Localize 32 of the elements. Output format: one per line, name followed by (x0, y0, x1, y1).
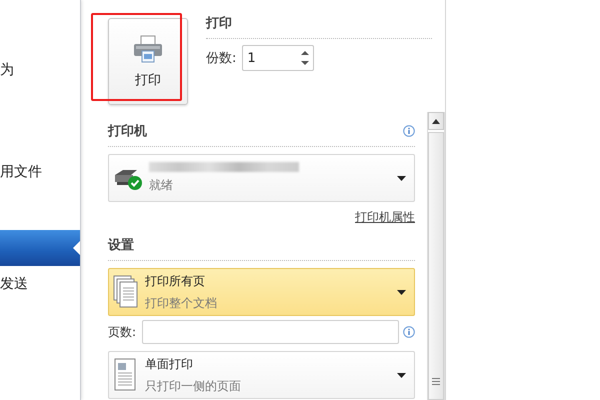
option-title: 单面打印 (145, 356, 194, 372)
spinner-arrows-icon (301, 50, 310, 66)
option-description: 只打印一侧的页面 (145, 378, 242, 394)
section-title: 打印 (206, 14, 432, 39)
caret-icon (397, 290, 406, 294)
option-description: 打印整个文档 (145, 294, 218, 312)
sidebar-item[interactable]: 用文件 (0, 154, 80, 190)
pages-field[interactable] (142, 320, 399, 344)
pages-label: 页数: (108, 324, 136, 340)
scroll-up-icon (432, 118, 440, 124)
scrollbar[interactable] (427, 112, 445, 400)
grip-icon (432, 378, 440, 385)
printer-properties-link[interactable]: 打印机属性 (355, 209, 415, 226)
print-button[interactable]: 打印 (108, 18, 188, 105)
pages-icon (113, 275, 139, 309)
copies-label: 份数: (206, 50, 236, 67)
printer-status: 就绪 (149, 177, 174, 194)
printer-icon (133, 34, 163, 62)
settings-dropdown[interactable]: 单面打印 只打印一侧的页面 (108, 351, 415, 399)
info-icon (403, 326, 415, 338)
info-icon (403, 125, 415, 137)
sidebar-item[interactable]: 发送 (0, 266, 80, 302)
sidebar-item[interactable]: 为 (0, 52, 80, 88)
caret-icon (397, 176, 406, 180)
sidebar-item[interactable] (0, 230, 80, 266)
section-heading: 打印机 (108, 123, 148, 140)
settings-dropdown[interactable]: 打印所有页 打印整个文档 (108, 268, 415, 316)
printer-dropdown[interactable]: 就绪 (108, 154, 415, 202)
caret-icon (397, 372, 406, 378)
section-heading: 设置 (108, 237, 135, 254)
option-title: 打印所有页 (145, 272, 206, 290)
copies-spinner[interactable]: 1 (242, 45, 314, 71)
